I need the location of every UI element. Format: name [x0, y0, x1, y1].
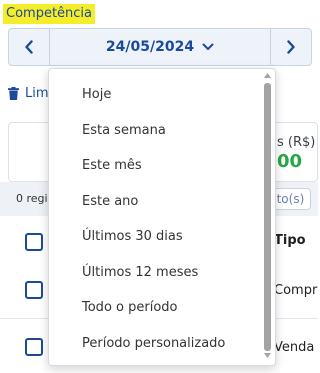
dropdown-scrollbar[interactable] [263, 73, 272, 361]
scroll-down-arrow-icon[interactable] [263, 353, 272, 361]
row-checkbox[interactable] [25, 338, 43, 356]
chevron-down-icon [202, 43, 214, 50]
period-options-list: Hoje Esta semana Este mês Este ano Últim… [49, 69, 275, 361]
column-header-tipo: Tipo [274, 233, 306, 248]
row-checkbox[interactable] [25, 281, 43, 299]
scroll-up-arrow-icon[interactable] [263, 73, 272, 81]
competencia-label: Competência [3, 4, 96, 24]
period-option-este-ano[interactable]: Este ano [49, 184, 275, 220]
period-option-ultimos-12-meses[interactable]: Últimos 12 meses [49, 255, 275, 291]
summary-column-header: s (R$) [277, 135, 316, 150]
period-option-este-mes[interactable]: Este mês [49, 148, 275, 184]
period-option-todo-o-periodo[interactable]: Todo o período [49, 290, 275, 326]
trash-icon [8, 87, 19, 100]
date-dropdown-toggle[interactable]: 24/05/2024 [49, 29, 271, 65]
page: Competência 24/05/2024 Lim s (R$) 00 0 r… [0, 0, 318, 373]
row-tipo: Venda [274, 340, 315, 355]
period-option-personalizado[interactable]: Período personalizado [49, 326, 275, 362]
date-selector: 24/05/2024 [8, 28, 312, 66]
period-option-ultimos-30-dias[interactable]: Últimos 30 dias [49, 219, 275, 255]
chevron-left-icon [25, 40, 33, 54]
row-tipo: Compra [274, 283, 318, 298]
chevron-right-icon [287, 40, 295, 54]
summary-value: 00 [277, 151, 303, 172]
select-all-checkbox[interactable] [25, 233, 43, 251]
scrollbar-thumb[interactable] [264, 83, 271, 351]
previous-date-button[interactable] [9, 29, 50, 65]
clear-filters-button[interactable]: Lim [8, 86, 49, 101]
period-dropdown: Hoje Esta semana Este mês Este ano Últim… [48, 68, 276, 366]
current-date-value: 24/05/2024 [105, 39, 195, 55]
period-option-hoje[interactable]: Hoje [49, 77, 275, 113]
clear-filters-label: Lim [25, 86, 49, 101]
next-date-button[interactable] [270, 29, 311, 65]
period-option-esta-semana[interactable]: Esta semana [49, 113, 275, 149]
